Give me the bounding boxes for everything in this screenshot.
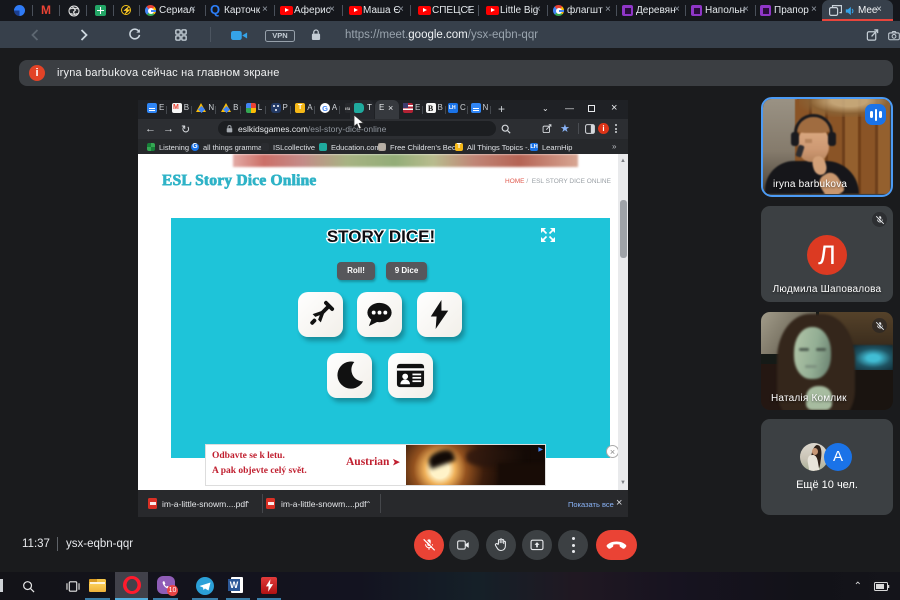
svg-text:STORY DICE!: STORY DICE! [327,227,435,246]
